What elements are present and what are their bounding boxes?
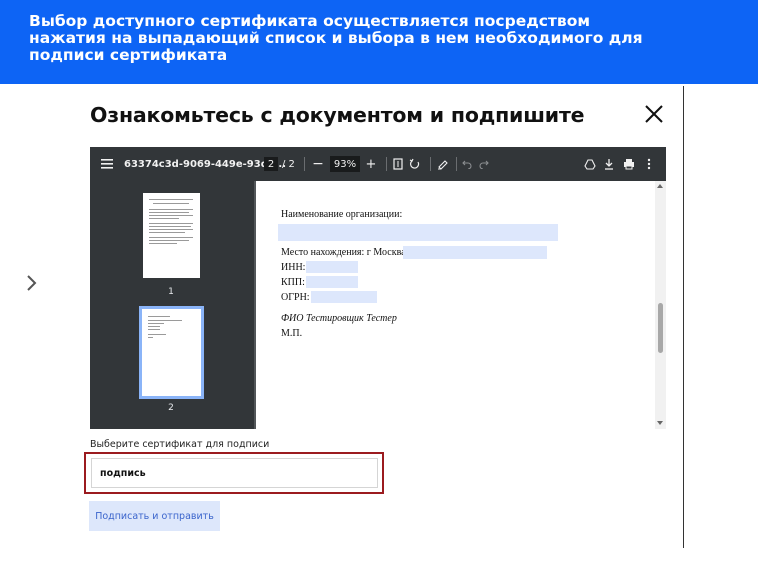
instruction-banner: Выбор доступного сертификата осуществляе… [0,0,758,84]
document-scrollbar[interactable] [655,181,666,429]
menu-icon[interactable] [100,147,114,181]
zoom-in-button[interactable]: + [365,147,377,181]
fit-page-icon[interactable] [391,147,405,181]
cert-select-label: Выберите сертификат для подписи [90,439,270,450]
thumbnail-number-2: 2 [168,403,174,413]
zoom-out-button[interactable]: − [312,147,324,181]
redo-icon[interactable] [477,147,491,181]
close-icon[interactable] [643,103,665,125]
thumbnail-number-1: 1 [168,287,174,297]
inn-field [306,261,358,273]
page: Выбор доступного сертификата осуществляе… [0,0,758,568]
inn-label: ИНН: [281,262,306,273]
ogrn-field [311,291,377,303]
certificate-select[interactable]: подпись [91,458,378,488]
pdf-file-name: 63374c3d-9069-449e-93da... [124,158,286,170]
scroll-thumb[interactable] [658,303,663,353]
page-thumbnail-1[interactable] [143,193,200,278]
seal-mark: М.П. [281,328,303,339]
annotate-icon[interactable] [436,147,450,181]
sign-and-send-button[interactable]: Подписать и отправить [89,501,220,531]
ogrn-label: ОГРН: [281,292,310,303]
page-number-input[interactable]: 2 [264,157,278,171]
dialog-title: Ознакомьтесь с документом и подпишите [90,103,585,127]
document-page: Наименование организации: Место нахожден… [256,181,655,429]
org-name-field [278,224,558,241]
print-icon[interactable] [622,147,636,181]
pdf-viewer: 63374c3d-9069-449e-93da... 2 / 2 − 93% + [90,147,666,429]
thumbnail-sidebar: 1 2 [90,181,254,429]
download-icon[interactable] [602,147,616,181]
more-options-icon[interactable] [642,147,656,181]
document-area: Наименование организации: Место нахожден… [254,181,655,429]
rotate-icon[interactable] [408,147,422,181]
banner-line-3: подписи сертификата [29,46,228,64]
scroll-down-icon[interactable] [657,421,663,425]
signer-name: ФИО Тестировщик Тестер [281,313,397,324]
undo-icon[interactable] [460,147,474,181]
chevron-right-icon[interactable] [22,272,42,294]
kpp-label: КПП: [281,277,305,288]
banner-line-1: Выбор доступного сертификата осуществляе… [29,12,591,30]
pdf-toolbar: 63374c3d-9069-449e-93da... 2 / 2 − 93% + [90,147,666,181]
page-total: / 2 [282,158,295,170]
dialog-right-border [683,86,684,548]
toolbar-divider [456,157,457,171]
location-field [403,246,547,259]
drive-icon[interactable] [583,147,597,181]
toolbar-divider [430,157,431,171]
scroll-up-icon[interactable] [657,184,663,188]
banner-line-2: нажатия на выпадающий список и выбора в … [29,29,643,47]
page-thumbnail-2[interactable] [139,306,204,399]
kpp-field [306,276,358,288]
toolbar-divider [304,157,305,171]
zoom-level-input[interactable]: 93% [330,156,360,172]
toolbar-divider [386,157,387,171]
location-label: Место нахождения: г Москва, [281,247,409,258]
org-name-label: Наименование организации: [281,209,403,220]
